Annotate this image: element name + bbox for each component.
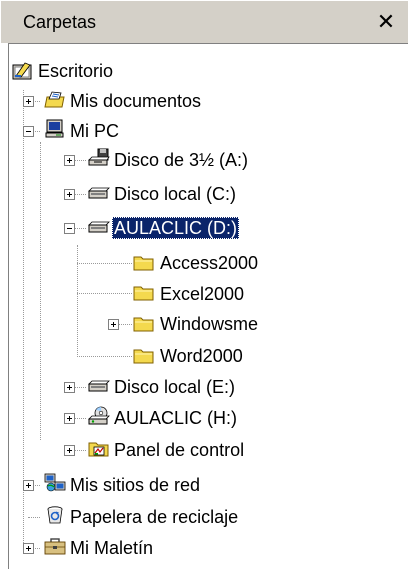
tree-label: Mis sitios de red: [70, 475, 201, 495]
folders-pane: Carpetas ✕ Escritorio Mis documentos Mi …: [0, 0, 408, 569]
tree-label: AULACLIC (D:): [112, 217, 240, 239]
hard-drive-icon: [88, 183, 110, 203]
network-places-icon: [44, 473, 66, 493]
expand-icon[interactable]: [64, 382, 75, 393]
tree-label: Access2000: [160, 253, 259, 273]
expand-icon[interactable]: [23, 96, 34, 107]
expand-icon[interactable]: [64, 155, 75, 166]
folder-icon: [133, 346, 155, 366]
recycle-bin-icon: [44, 505, 66, 525]
tree-label: AULACLIC (H:): [114, 408, 238, 428]
control-panel-icon: [88, 439, 110, 459]
expand-icon[interactable]: [64, 413, 75, 424]
folder-icon: [133, 314, 155, 334]
tree-label: Windowsme: [160, 314, 259, 334]
collapse-icon[interactable]: [64, 223, 75, 234]
tree-guide: [77, 263, 132, 264]
expand-icon[interactable]: [23, 480, 34, 491]
briefcase-icon: [44, 537, 66, 557]
tree-guide: [77, 356, 132, 357]
expand-icon[interactable]: [64, 189, 75, 200]
close-icon: ✕: [376, 9, 396, 34]
tree-guide-root: [23, 90, 24, 545]
tree-label: Mi Maletín: [70, 538, 154, 558]
folders-pane-header: Carpetas ✕: [0, 0, 408, 43]
hard-drive-icon: [88, 376, 110, 396]
my-computer-icon: [44, 119, 66, 139]
tree-label: Excel2000: [160, 284, 245, 304]
floppy-drive-icon: [88, 148, 110, 168]
tree-label: Word2000: [160, 346, 243, 366]
tree-label: Escritorio: [38, 61, 114, 81]
expand-icon[interactable]: [64, 445, 75, 456]
tree-label: Disco de 3½ (A:): [114, 150, 249, 170]
desktop-icon: [12, 61, 34, 81]
tree-label: Panel de control: [114, 440, 245, 460]
hard-drive-icon: [88, 217, 110, 237]
pane-title: Carpetas: [23, 12, 97, 32]
cd-drive-icon: [88, 406, 110, 426]
expand-icon[interactable]: [108, 319, 119, 330]
tree-label: Mi PC: [70, 121, 119, 141]
tree-label: Papelera de reciclaje: [70, 507, 239, 527]
collapse-icon[interactable]: [23, 126, 34, 137]
close-button[interactable]: ✕: [371, 9, 401, 35]
tree-guide: [77, 293, 132, 294]
tree-guide-mi-pc: [40, 142, 41, 440]
tree-label: Disco local (C:): [114, 184, 237, 204]
tree-guide-aulaclic-d: [77, 245, 78, 357]
expand-icon[interactable]: [23, 543, 34, 554]
tree-label: Mis documentos: [70, 91, 202, 111]
folder-icon: [133, 253, 155, 273]
tree-guide: [28, 517, 40, 518]
folder-icon: [133, 283, 155, 303]
tree-label: Disco local (E:): [114, 377, 236, 397]
my-documents-icon: [44, 90, 66, 110]
